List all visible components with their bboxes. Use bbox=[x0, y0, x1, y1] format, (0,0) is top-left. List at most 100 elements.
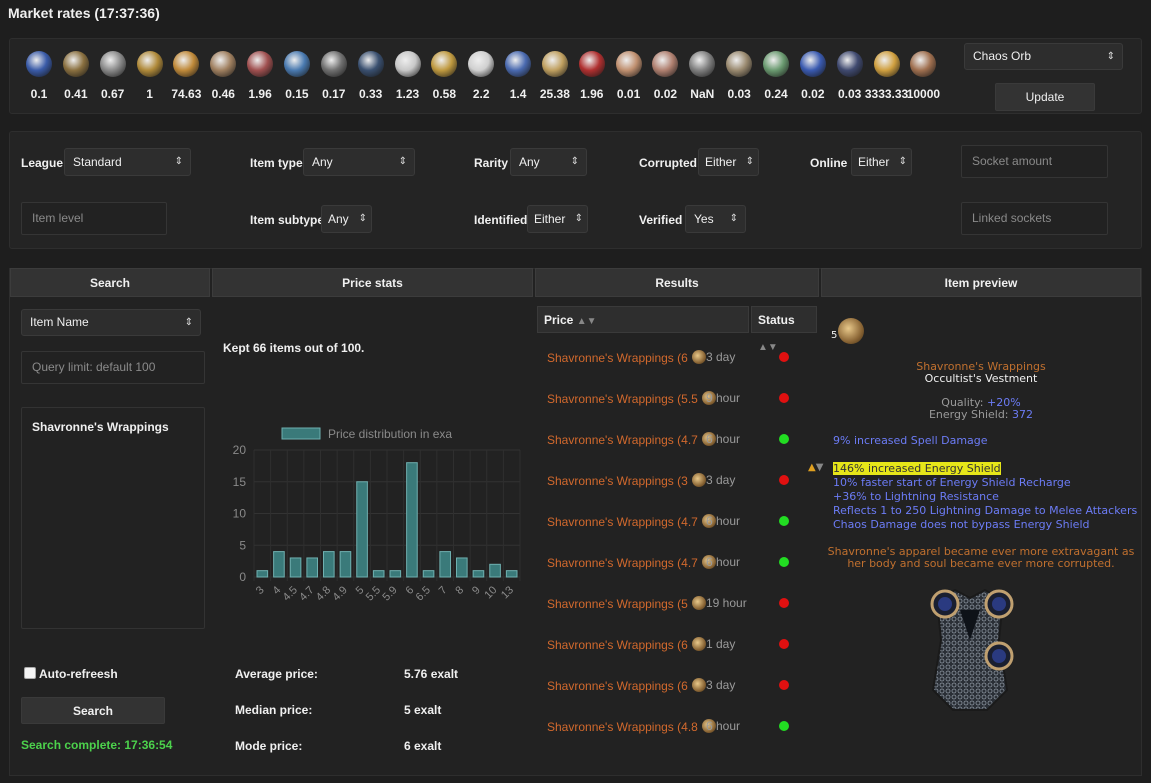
x-tick-label: 6.5 bbox=[414, 584, 433, 603]
linked-sockets-input[interactable]: Linked sockets bbox=[961, 202, 1108, 235]
item-type-select[interactable]: Any ⇕ bbox=[303, 148, 415, 176]
result-row[interactable]: Shavronne's Wrappings (5.5 9 hour bbox=[547, 391, 817, 411]
x-tick-label: 7 bbox=[437, 584, 450, 597]
result-item-name[interactable]: Shavronne's Wrappings (5 bbox=[547, 597, 688, 611]
body-armour-image bbox=[930, 588, 1014, 711]
chart-bar bbox=[256, 570, 269, 578]
query-text: Shavronne's Wrappings bbox=[32, 420, 169, 434]
price-column-header[interactable]: Price ▲▼ bbox=[537, 306, 749, 333]
rarity-select[interactable]: Any ⇕ bbox=[510, 148, 587, 176]
y-tick-label: 10 bbox=[233, 507, 247, 521]
search-button[interactable]: Search bbox=[21, 697, 165, 724]
kept-items-text: Kept 66 items out of 100. bbox=[223, 341, 365, 355]
chart-bar bbox=[273, 551, 285, 578]
result-item-name[interactable]: Shavronne's Wrappings (5.5 bbox=[547, 392, 698, 406]
result-item-name[interactable]: Shavronne's Wrappings (4.7 bbox=[547, 556, 698, 570]
sort-icon: ▲▼ bbox=[576, 316, 597, 327]
status-column-header[interactable]: Status ▲▼ bbox=[751, 306, 817, 353]
search-field-select[interactable]: Item Name ⇕ bbox=[21, 309, 201, 336]
result-row[interactable]: Shavronne's Wrappings (4.8 6 hour bbox=[547, 719, 817, 739]
item-subtype-select[interactable]: Any ⇕ bbox=[321, 205, 372, 233]
result-item-name[interactable]: Shavronne's Wrappings (4.7 bbox=[547, 515, 698, 529]
socket-amount-input[interactable]: Socket amount bbox=[961, 145, 1108, 178]
result-row[interactable]: Shavronne's Wrappings (5 19 hour bbox=[547, 596, 817, 616]
chevron-updown-icon: ⇕ bbox=[184, 317, 193, 328]
result-item-name[interactable]: Shavronne's Wrappings (6 bbox=[547, 679, 688, 693]
chart-bar bbox=[339, 551, 352, 578]
result-row[interactable]: Shavronne's Wrappings (6 3 day bbox=[547, 678, 817, 698]
result-item-name[interactable]: Shavronne's Wrappings (4.7 bbox=[547, 433, 698, 447]
corrupted-select[interactable]: Either ⇕ bbox=[698, 148, 759, 176]
preview-mod: Reflects 1 to 250 Lightning Damage to Me… bbox=[833, 504, 1138, 517]
query-textarea[interactable]: Shavronne's Wrappings bbox=[21, 407, 205, 629]
x-tick-label: 5.9 bbox=[380, 584, 399, 603]
chevron-updown-icon: ⇕ bbox=[174, 156, 183, 167]
bone-icon bbox=[615, 51, 642, 77]
status-dot bbox=[779, 680, 789, 690]
y-tick-label: 0 bbox=[239, 570, 246, 584]
exalted-orb-icon bbox=[692, 473, 707, 487]
grey-stone-icon bbox=[689, 51, 716, 77]
exalted-orb-icon bbox=[692, 678, 707, 692]
item-subtype-label: Item subtype bbox=[250, 213, 325, 227]
result-row[interactable]: Shavronne's Wrappings (6 1 day bbox=[547, 637, 817, 657]
result-row[interactable]: Shavronne's Wrappings (4.7 6 hour bbox=[547, 514, 817, 534]
result-item-name[interactable]: Shavronne's Wrappings (4.8 bbox=[547, 720, 698, 734]
result-age: 9 hour bbox=[706, 391, 741, 405]
result-item-name[interactable]: Shavronne's Wrappings (3 bbox=[547, 474, 688, 488]
mode-price-value: 6 exalt bbox=[404, 739, 442, 753]
result-item-name[interactable]: Shavronne's Wrappings (6 bbox=[547, 351, 688, 365]
currency-select[interactable]: Chaos Orb ⇕ bbox=[964, 43, 1123, 70]
status-dot bbox=[779, 393, 789, 403]
result-row[interactable]: Shavronne's Wrappings (6 3 day bbox=[547, 350, 817, 370]
quill-icon bbox=[652, 51, 679, 77]
chart-bar bbox=[505, 570, 518, 578]
result-age: 3 day bbox=[706, 350, 736, 364]
silver-skull-icon bbox=[468, 51, 495, 77]
spiral-horn-icon bbox=[62, 51, 89, 77]
average-price-label: Average price: bbox=[235, 667, 318, 681]
online-select[interactable]: Either ⇕ bbox=[851, 148, 912, 176]
result-row[interactable]: Shavronne's Wrappings (4.7 6 hour bbox=[547, 555, 817, 575]
status-dot bbox=[779, 352, 789, 362]
x-tick-label: 13 bbox=[499, 584, 516, 601]
gold-coin-icon bbox=[431, 51, 458, 77]
identified-select[interactable]: Either ⇕ bbox=[527, 205, 588, 233]
blue-mask-icon bbox=[505, 51, 532, 77]
average-price-value: 5.76 exalt bbox=[404, 667, 459, 681]
result-age: 3 day bbox=[706, 473, 736, 487]
market-rates-panel: 0.1 0.41 0.67 1 74.63 0.46 1.96 0.15 0.17 0.33 1.2… bbox=[9, 38, 1142, 114]
auto-refresh-checkbox[interactable] bbox=[24, 667, 36, 679]
chart-bar bbox=[372, 570, 385, 578]
query-limit-input[interactable]: Query limit: default 100 bbox=[21, 351, 205, 384]
chevron-updown-icon: ⇕ bbox=[1106, 51, 1115, 62]
result-row[interactable]: Shavronne's Wrappings (4.7 6 hour bbox=[547, 432, 817, 452]
update-button[interactable]: Update bbox=[995, 83, 1095, 111]
result-age: 6 hour bbox=[706, 555, 741, 569]
verified-select[interactable]: Yes ⇕ bbox=[685, 205, 746, 233]
chart-bar bbox=[439, 551, 451, 578]
red-orb-icon bbox=[578, 51, 605, 77]
price-stats-header: Price stats bbox=[212, 268, 533, 297]
chart-bar bbox=[406, 462, 418, 578]
currency-rate-value: 10000 bbox=[906, 87, 941, 101]
price-distribution-chart: Price distribution in exa051015203 44.54.… bbox=[233, 427, 521, 603]
chart-bar bbox=[456, 557, 468, 578]
item-level-input[interactable]: Item level bbox=[21, 202, 167, 235]
silver-orb-icon bbox=[394, 51, 421, 77]
result-age: 6 hour bbox=[706, 432, 741, 446]
result-item-name[interactable]: Shavronne's Wrappings (6 bbox=[547, 638, 688, 652]
chart-bar bbox=[306, 557, 318, 578]
result-age: 19 hour bbox=[706, 596, 747, 610]
shard-icon bbox=[726, 51, 753, 77]
verified-label: Verified bbox=[639, 213, 683, 227]
result-row[interactable]: Shavronne's Wrappings (3 3 day bbox=[547, 473, 817, 493]
exalted-orb-icon bbox=[692, 596, 707, 610]
green-orb-icon bbox=[763, 51, 789, 77]
league-select[interactable]: Standard ⇕ bbox=[64, 148, 191, 176]
mode-price-label: Mode price: bbox=[235, 739, 303, 753]
mod-sort-icon[interactable]: ▲▼ bbox=[808, 462, 823, 473]
chevron-updown-icon: ⇕ bbox=[398, 156, 407, 167]
gold-ring-icon bbox=[873, 51, 900, 77]
preview-mod: Chaos Damage does not bypass Energy Shie… bbox=[833, 518, 1090, 531]
